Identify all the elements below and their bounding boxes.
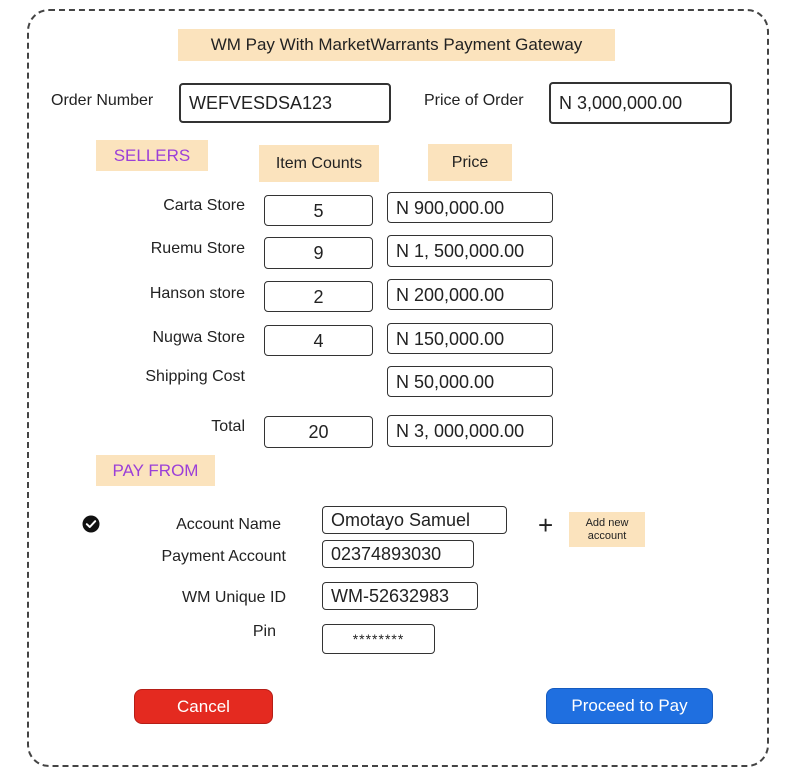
seller-name: Ruemu Store: [150, 240, 245, 257]
check-circle-icon[interactable]: [82, 515, 100, 533]
seller-price-field[interactable]: N 200,000.00: [387, 279, 553, 310]
total-price-field[interactable]: N 3, 000,000.00: [387, 415, 553, 447]
account-name-field[interactable]: Omotayo Samuel: [322, 506, 507, 534]
page-title: WM Pay With MarketWarrants Payment Gatew…: [178, 29, 615, 61]
account-name-label: Account Name: [176, 516, 281, 533]
order-number-label: Order Number: [51, 92, 154, 109]
seller-count-field[interactable]: 5: [264, 195, 373, 226]
order-number-field[interactable]: WEFVESDSA123: [179, 83, 391, 123]
item-counts-header: Item Counts: [259, 145, 379, 182]
seller-price-field[interactable]: N 150,000.00: [387, 323, 553, 354]
pin-field[interactable]: ********: [322, 624, 435, 654]
pay-from-header: PAY FROM: [96, 455, 215, 486]
payment-account-field[interactable]: 02374893030: [322, 540, 474, 568]
seller-name: Hanson store: [149, 285, 245, 302]
total-label: Total: [211, 418, 245, 435]
pin-label: Pin: [252, 623, 276, 640]
wm-unique-id-field[interactable]: WM-52632983: [322, 582, 478, 610]
total-count-field[interactable]: 20: [264, 416, 373, 448]
seller-name: Carta Store: [163, 197, 245, 214]
cancel-button[interactable]: Cancel: [134, 689, 273, 724]
seller-count-field[interactable]: 9: [264, 237, 373, 269]
price-of-order-field[interactable]: N 3,000,000.00: [549, 82, 732, 124]
proceed-to-pay-button[interactable]: Proceed to Pay: [546, 688, 713, 724]
plus-icon[interactable]: +: [538, 512, 553, 538]
shipping-cost-field[interactable]: N 50,000.00: [387, 366, 553, 397]
price-of-order-label: Price of Order: [424, 92, 524, 109]
add-account-line1: Add new: [585, 516, 629, 529]
add-new-account-button[interactable]: Add new account: [569, 512, 645, 547]
payment-account-label: Payment Account: [161, 548, 286, 565]
price-header: Price: [428, 144, 512, 181]
shipping-cost-label: Shipping Cost: [145, 368, 245, 385]
seller-price-field[interactable]: N 1, 500,000.00: [387, 235, 553, 267]
sellers-header: SELLERS: [96, 140, 208, 171]
seller-name: Nugwa Store: [152, 329, 246, 346]
seller-price-field[interactable]: N 900,000.00: [387, 192, 553, 223]
add-account-line2: account: [587, 529, 627, 542]
wm-unique-id-label: WM Unique ID: [181, 589, 286, 606]
seller-count-field[interactable]: 2: [264, 281, 373, 312]
seller-count-field[interactable]: 4: [264, 325, 373, 356]
